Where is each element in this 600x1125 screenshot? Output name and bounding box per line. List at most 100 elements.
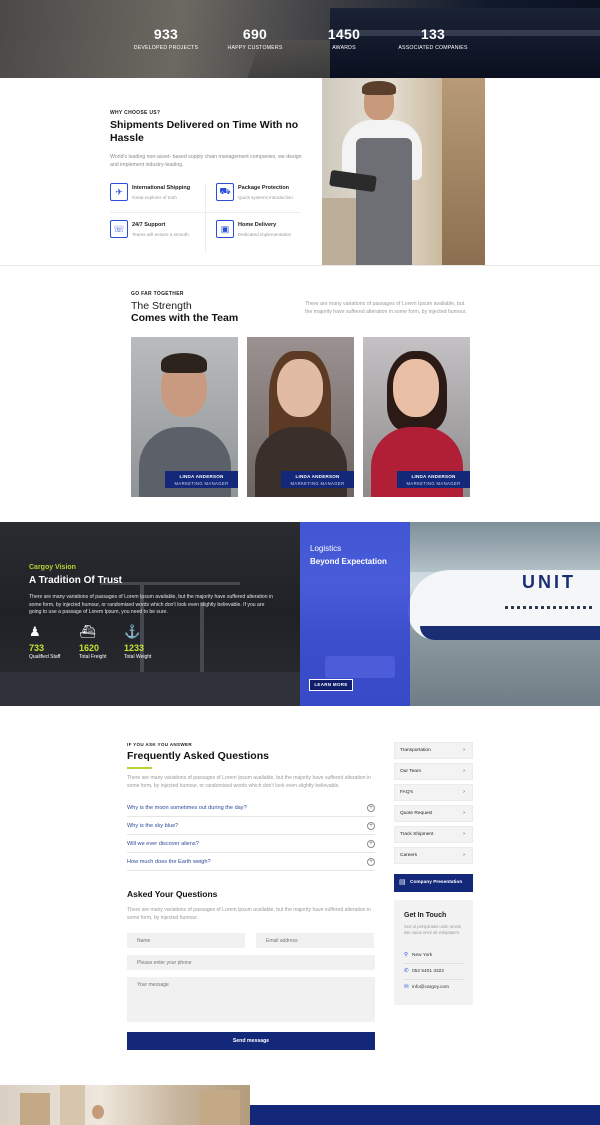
logistics-title-line1: Logistics xyxy=(310,544,342,553)
message-field[interactable] xyxy=(127,977,375,1022)
faq-item[interactable]: How much does the Earth weigh? + xyxy=(127,855,375,871)
sidebar-item-our-team[interactable]: Our Team › xyxy=(394,763,473,780)
member-name: LINDA ANDERSON xyxy=(179,474,224,479)
hangar-image xyxy=(410,522,600,572)
bottom-warehouse-image xyxy=(0,1085,250,1125)
member-name: LINDA ANDERSON xyxy=(411,474,456,479)
section-description: World's leading non-asset- based supply … xyxy=(110,154,302,168)
chevron-right-icon: › xyxy=(463,768,465,774)
plus-icon[interactable]: + xyxy=(367,804,375,812)
phone-row[interactable]: ✆ 052 5401 3322 xyxy=(404,968,444,974)
sidebar-item-track-shipment[interactable]: Track Shipment › xyxy=(394,826,473,843)
sidebar-item-label: Quote Request xyxy=(400,811,433,816)
phone-text: 052 5401 3322 xyxy=(412,969,445,974)
phone-icon: ☏ xyxy=(110,220,128,238)
trust-stat-value: 1233 xyxy=(124,643,145,653)
feature-title: 24/7 Support xyxy=(132,222,166,228)
divider xyxy=(404,963,464,964)
team-member-card[interactable]: LINDA ANDERSON MARKETING MANAGER xyxy=(131,337,238,497)
sidebar-item-transportation[interactable]: Transportation › xyxy=(394,742,473,759)
location-row: ⚲ New York xyxy=(404,952,432,958)
sidebar-item-label: Track Shipment xyxy=(400,832,434,837)
sidebar-item-faqs[interactable]: FAQ's › xyxy=(394,784,473,801)
crane-icon: ⚓ xyxy=(124,624,141,639)
chevron-right-icon: › xyxy=(463,810,465,816)
trust-stat-value: 733 xyxy=(29,643,45,653)
touch-title: Get In Touch xyxy=(404,912,447,919)
section-title-line1: The Strength xyxy=(131,300,192,312)
sidebar-item-label: Our Team xyxy=(400,769,421,774)
trust-stat-label: Qualified Staff xyxy=(29,654,61,660)
trust-stat-weight: ⚓ 1233 Total Weight xyxy=(124,624,174,660)
member-tag: LINDA ANDERSON MARKETING MANAGER xyxy=(397,471,470,488)
member-role: MARKETING MANAGER xyxy=(174,481,229,486)
faq-item[interactable]: Will we ever discover aliens? + xyxy=(127,837,375,853)
document-icon: ▤ xyxy=(399,879,406,886)
team-member-card[interactable]: LINDA ANDERSON MARKETING MANAGER xyxy=(247,337,354,497)
plus-icon[interactable]: + xyxy=(367,822,375,830)
faq-question: Why is the sky blue? xyxy=(127,823,179,829)
name-field[interactable] xyxy=(127,933,245,948)
section-eyebrow: GO FAR TOGETHER xyxy=(131,291,184,297)
email-text: info@cargoy.com xyxy=(412,985,450,990)
member-tag: LINDA ANDERSON MARKETING MANAGER xyxy=(281,471,354,488)
section-title: A Tradition Of Trust xyxy=(29,575,122,586)
airplane-livery: UNIT xyxy=(522,572,576,592)
location-text: New York xyxy=(412,953,433,958)
person-icon: ♟ xyxy=(29,624,41,639)
presentation-label: Company Presentation xyxy=(410,880,463,885)
touch-description: Sed ut perspiciatis unde omnis iste natu… xyxy=(404,924,462,935)
section-description: There are many variations of passages of… xyxy=(305,301,467,315)
plus-icon[interactable]: + xyxy=(367,858,375,866)
sidebar-item-label: FAQ's xyxy=(400,790,413,795)
email-row[interactable]: ✉ info@cargoy.com xyxy=(404,984,449,990)
team-member-card[interactable]: LINDA ANDERSON MARKETING MANAGER xyxy=(363,337,470,497)
title-underline xyxy=(127,767,152,769)
stat-label: ASSOCIATED COMPANIES xyxy=(398,45,468,51)
feature-subtitle: Quick systems introduction xyxy=(238,195,293,200)
airplane-windows xyxy=(505,606,595,609)
ship-icon: ⛴ xyxy=(79,624,96,639)
map-pin-icon: ⚲ xyxy=(404,952,409,958)
company-presentation-button[interactable]: ▤ Company Presentation xyxy=(394,874,473,892)
plus-icon[interactable]: + xyxy=(367,840,375,848)
chevron-right-icon: › xyxy=(463,789,465,795)
faq-question: How much does the Earth weigh? xyxy=(127,859,211,865)
section-eyebrow: Cargoy Vision xyxy=(29,564,76,571)
trust-stat-value: 1620 xyxy=(79,643,100,653)
sidebar-item-quote-request[interactable]: Quote Request › xyxy=(394,805,473,822)
learn-more-button[interactable]: LEARN MORE xyxy=(309,679,353,691)
member-tag: LINDA ANDERSON MARKETING MANAGER xyxy=(165,471,238,488)
section-description: There are many variations of passages of… xyxy=(127,775,371,789)
get-in-touch-box: Get In Touch Sed ut perspiciatis unde om… xyxy=(394,900,473,1005)
section-description: There are many variations of passages of… xyxy=(29,594,273,615)
bottom-banner xyxy=(250,1105,600,1125)
send-message-button[interactable]: Send message xyxy=(127,1032,375,1050)
logistics-section: UNIT Logistics Beyond Expectation LEARN … xyxy=(300,522,600,706)
plane-icon: ✈ xyxy=(110,183,128,201)
chevron-right-icon: › xyxy=(463,831,465,837)
chevron-right-icon: › xyxy=(463,747,465,753)
email-field[interactable] xyxy=(256,933,374,948)
feature-title: International Shipping xyxy=(132,185,191,191)
faq-item[interactable]: Why is the moon sometimes out during the… xyxy=(127,801,375,817)
member-role: MARKETING MANAGER xyxy=(406,481,461,486)
faq-question: Will we ever discover aliens? xyxy=(127,841,199,847)
feature-subtitle: Great explorer of truth xyxy=(132,195,177,200)
sidebar-item-label: Transportation xyxy=(400,748,431,753)
section-eyebrow: IF YOU ASK YOU ANSWER xyxy=(127,742,193,747)
faq-item[interactable]: Why is the sky blue? + xyxy=(127,819,375,835)
phone-field[interactable] xyxy=(127,955,375,970)
section-title-line2: Comes with the Team xyxy=(131,312,239,324)
feature-title: Home Delivery xyxy=(238,222,277,228)
section-eyebrow: WHY CHOOSE US? xyxy=(110,110,161,116)
member-role: MARKETING MANAGER xyxy=(290,481,345,486)
feature-title: Package Protection xyxy=(238,185,290,191)
trust-stat-label: Total Weight xyxy=(124,654,152,660)
sidebar-item-label: Careers xyxy=(400,853,418,858)
section-title: Frequently Asked Questions xyxy=(127,750,269,762)
envelope-icon: ✉ xyxy=(404,984,409,990)
sidebar-item-careers[interactable]: Careers › xyxy=(394,847,473,864)
phone-icon: ✆ xyxy=(404,968,409,974)
stat-associated-companies: 133 ASSOCIATED COMPANIES xyxy=(378,26,488,51)
